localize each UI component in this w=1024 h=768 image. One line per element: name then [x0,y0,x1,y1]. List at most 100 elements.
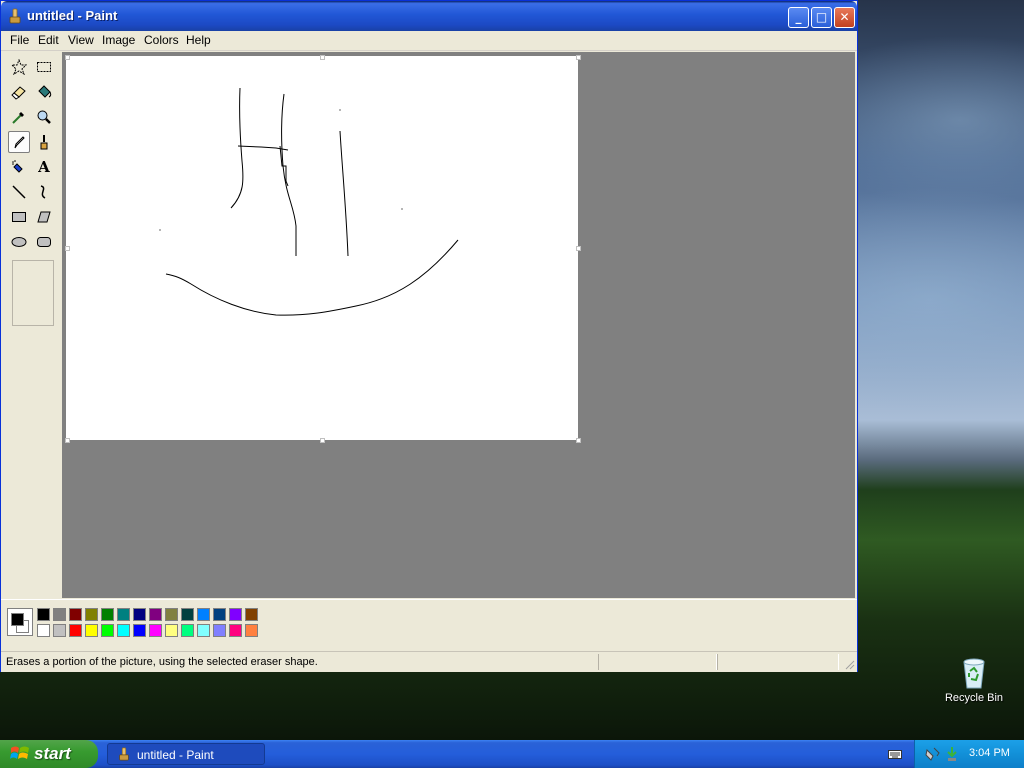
color-swatch[interactable] [37,608,50,621]
resize-handle [65,55,70,60]
color-swatch[interactable] [133,624,146,637]
curve-icon [40,185,46,199]
recycle-bin-icon [963,658,985,689]
resize-handle [576,55,581,60]
color-swatch[interactable] [101,608,114,621]
color-swatch[interactable] [69,608,82,621]
resize-grip-icon[interactable] [843,658,855,670]
toolbox: A [3,52,61,599]
color-swatch[interactable] [149,608,162,621]
color-swatch[interactable] [245,624,258,637]
menu-image[interactable]: Image [102,33,135,47]
taskbar-item-paint[interactable]: untitled - Paint [107,743,265,765]
status-pane-size [717,654,839,670]
windows-logo-icon [10,746,29,759]
color-swatch[interactable] [101,624,114,637]
tool-options-panel[interactable] [12,260,54,326]
color-swatch[interactable] [133,608,146,621]
pencil-icon [14,136,25,149]
color-swatch[interactable] [117,608,130,621]
menu-file[interactable]: File [10,33,29,47]
select-icon [37,62,51,72]
eraser-tool[interactable] [8,81,30,103]
free-form-select-icon [11,59,27,75]
color-swatch[interactable] [213,608,226,621]
color-swatch[interactable] [181,608,194,621]
color-swatch[interactable] [181,624,194,637]
color-swatch[interactable] [229,624,242,637]
brush-icon [40,135,48,150]
drawing-canvas[interactable] [66,56,578,440]
color-swatch[interactable] [197,608,210,621]
resize-handle [65,438,70,443]
select-tool[interactable] [33,56,55,78]
magnifier-icon [37,110,51,124]
color-swatch[interactable] [85,608,98,621]
color-swatch[interactable] [53,608,66,621]
rounded-rectangle-tool[interactable] [33,231,55,253]
pencil-tool[interactable] [8,131,30,153]
color-swatch[interactable] [37,624,50,637]
canvas-workspace [62,52,855,598]
resize-handle [320,55,325,60]
recycle-bin-shortcut[interactable]: Recycle Bin [938,656,1010,704]
menu-view[interactable]: View [68,33,94,47]
title-bar[interactable]: untitled - Paint _ □ ✕ [1,1,857,31]
safely-remove-hardware-icon[interactable] [945,746,959,762]
close-button[interactable]: ✕ [834,7,855,28]
brush-tool[interactable] [33,131,55,153]
taskbar-item-label: untitled - Paint [137,748,214,762]
pick-color-tool[interactable] [8,106,30,128]
current-colors-box [7,608,33,636]
color-swatch[interactable] [165,608,178,621]
fill-with-color-icon [38,85,52,98]
resize-handle[interactable] [320,438,325,443]
start-button[interactable]: start [0,740,98,768]
text-tool[interactable]: A [33,156,55,178]
keyboard-icon[interactable] [888,748,902,760]
free-form-select-tool[interactable] [8,56,30,78]
menu-colors[interactable]: Colors [144,33,179,47]
color-swatch[interactable] [53,624,66,637]
ellipse-tool[interactable] [8,231,30,253]
polygon-tool[interactable] [33,206,55,228]
network-icon[interactable] [925,746,941,762]
color-swatch[interactable] [197,624,210,637]
maximize-button[interactable]: □ [811,7,832,28]
color-swatch[interactable] [245,608,258,621]
menu-help[interactable]: Help [186,33,211,47]
rectangle-tool[interactable] [8,206,30,228]
rectangle-icon [12,212,26,222]
color-swatch[interactable] [229,608,242,621]
paint-app-icon [9,8,21,24]
color-swatch[interactable] [85,624,98,637]
color-swatch[interactable] [69,624,82,637]
pick-color-icon [12,112,24,124]
resize-handle[interactable] [576,246,581,251]
curve-tool[interactable] [33,181,55,203]
clock: 3:04 PM [969,747,1010,759]
color-swatch[interactable] [117,624,130,637]
menu-bar: File Edit View Image Colors Help [1,31,857,51]
resize-handle[interactable] [576,438,581,443]
magnifier-tool[interactable] [33,106,55,128]
color-swatch[interactable] [165,624,178,637]
menu-edit[interactable]: Edit [38,33,59,47]
minimize-icon: _ [795,10,802,24]
airbrush-tool[interactable] [8,156,30,178]
paint-window: untitled - Paint _ □ ✕ File Edit View Im… [0,0,858,672]
minimize-button[interactable]: _ [788,7,809,28]
system-tray: 3:04 PM [914,740,1024,768]
close-icon: ✕ [839,10,850,24]
foreground-color-swatch[interactable] [11,613,24,626]
recycle-bin-label: Recycle Bin [944,692,1004,704]
window-title: untitled - Paint [27,8,118,23]
color-swatch[interactable] [149,624,162,637]
color-swatch[interactable] [213,624,226,637]
start-label: start [34,744,71,763]
resize-handle [65,246,70,251]
ellipse-icon [11,237,27,247]
line-tool[interactable] [8,181,30,203]
maximize-icon: □ [815,10,828,24]
fill-with-color-tool[interactable] [33,81,55,103]
